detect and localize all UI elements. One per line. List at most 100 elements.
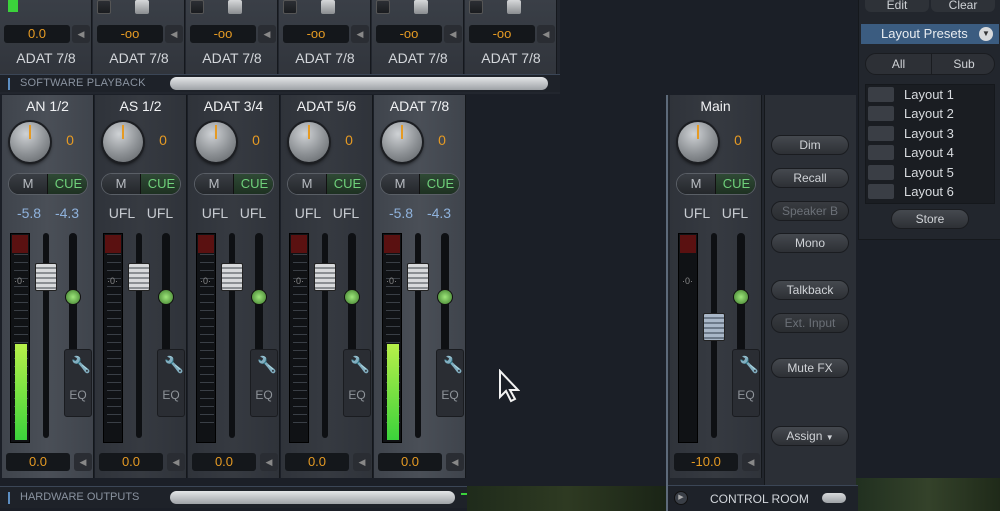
arrow-left-icon[interactable]: ◀ xyxy=(351,25,369,43)
mute-button[interactable]: M xyxy=(102,174,140,194)
arrow-left-icon[interactable]: ◀ xyxy=(258,25,276,43)
cue-button[interactable]: CUE xyxy=(233,174,273,194)
volume-fader[interactable] xyxy=(128,263,150,291)
playback-gain-value[interactable]: -oo xyxy=(97,25,163,43)
output-value[interactable]: 0.0 xyxy=(99,453,163,471)
ext-input-button[interactable]: Ext. Input xyxy=(771,313,849,333)
play-icon[interactable]: ▶ xyxy=(674,491,688,505)
tab-sub[interactable]: Sub xyxy=(931,54,994,74)
output-value[interactable]: 0.0 xyxy=(285,453,349,471)
arrow-left-icon[interactable]: ◀ xyxy=(167,453,185,471)
pan-slider[interactable] xyxy=(344,289,360,305)
mute-toggle[interactable] xyxy=(376,0,390,14)
cue-button[interactable]: CUE xyxy=(326,174,366,194)
output-value[interactable]: 0.0 xyxy=(6,453,70,471)
channel-settings[interactable]: 🔧 EQ xyxy=(732,349,760,417)
layout-item[interactable]: Layout 3 xyxy=(866,124,996,143)
cue-button[interactable]: CUE xyxy=(140,174,180,194)
channel-settings[interactable]: 🔧 EQ xyxy=(343,349,371,417)
talkback-button[interactable]: Talkback xyxy=(771,280,849,300)
control-room-scrollbar[interactable] xyxy=(822,493,846,503)
volume-fader[interactable] xyxy=(221,263,243,291)
layout-presets-header[interactable]: Layout Presets ▼ xyxy=(861,24,999,44)
gain-knob[interactable] xyxy=(678,122,718,162)
gain-knob[interactable] xyxy=(103,122,143,162)
channel-settings[interactable]: 🔧 EQ xyxy=(436,349,464,417)
pan-slider[interactable] xyxy=(65,289,81,305)
speaker-b-button[interactable]: Speaker B xyxy=(771,201,849,221)
arrow-left-icon[interactable]: ◀ xyxy=(444,25,462,43)
layout-select-box[interactable] xyxy=(868,106,894,121)
mute-button[interactable]: M xyxy=(677,174,715,194)
volume-fader[interactable] xyxy=(703,313,725,341)
playback-gain-value[interactable]: -oo xyxy=(376,25,442,43)
layout-select-box[interactable] xyxy=(868,184,894,199)
cue-button[interactable]: CUE xyxy=(419,174,459,194)
mute-toggle[interactable] xyxy=(97,0,111,14)
mute-toggle[interactable] xyxy=(469,0,483,14)
output-value[interactable]: 0.0 xyxy=(192,453,256,471)
arrow-left-icon[interactable]: ◀ xyxy=(74,453,92,471)
fader-cap[interactable] xyxy=(507,0,521,14)
dim-button[interactable]: Dim xyxy=(771,135,849,155)
playback-gain-value[interactable]: 0.0 xyxy=(4,25,70,43)
cue-button[interactable]: CUE xyxy=(47,174,87,194)
playback-gain-value[interactable]: -oo xyxy=(190,25,256,43)
layout-select-box[interactable] xyxy=(868,87,894,102)
gain-knob[interactable] xyxy=(196,122,236,162)
arrow-left-icon[interactable]: ◀ xyxy=(72,25,90,43)
store-button[interactable]: Store xyxy=(891,209,969,229)
arrow-left-icon[interactable]: ◀ xyxy=(742,453,760,471)
mute-toggle[interactable] xyxy=(190,0,204,14)
edit-button[interactable]: Edit xyxy=(865,0,929,12)
cue-button[interactable]: CUE xyxy=(715,174,755,194)
fader-cap[interactable] xyxy=(414,0,428,14)
mute-button[interactable]: M xyxy=(9,174,47,194)
playback-gain-value[interactable]: -oo xyxy=(469,25,535,43)
pan-slider[interactable] xyxy=(733,289,749,305)
fader-cap[interactable] xyxy=(321,0,335,14)
mono-button[interactable]: Mono xyxy=(771,233,849,253)
arrow-left-icon[interactable]: ◀ xyxy=(537,25,555,43)
mute-button[interactable]: M xyxy=(381,174,419,194)
layout-select-box[interactable] xyxy=(868,145,894,160)
layout-select-box[interactable] xyxy=(868,165,894,180)
fader-cap[interactable] xyxy=(135,0,149,14)
volume-fader[interactable] xyxy=(407,263,429,291)
mute-toggle[interactable] xyxy=(283,0,297,14)
recall-button[interactable]: Recall xyxy=(771,168,849,188)
pan-slider[interactable] xyxy=(437,289,453,305)
output-value[interactable]: -10.0 xyxy=(674,453,738,471)
clear-button[interactable]: Clear xyxy=(931,0,995,12)
gain-knob[interactable] xyxy=(10,122,50,162)
pan-slider[interactable] xyxy=(251,289,267,305)
mute-fx-button[interactable]: Mute FX xyxy=(771,358,849,378)
channel-settings[interactable]: 🔧 EQ xyxy=(64,349,92,417)
mute-button[interactable]: M xyxy=(288,174,326,194)
layout-item[interactable]: Layout 6 xyxy=(866,182,996,201)
output-value[interactable]: 0.0 xyxy=(378,453,442,471)
layout-item[interactable]: Layout 4 xyxy=(866,143,996,162)
arrow-left-icon[interactable]: ◀ xyxy=(353,453,371,471)
layout-item[interactable]: Layout 5 xyxy=(866,163,996,182)
dropdown-arrow-icon[interactable]: ▼ xyxy=(979,27,993,41)
hardware-outputs-scrollbar[interactable] xyxy=(170,491,455,504)
software-playback-scrollbar[interactable] xyxy=(170,77,548,90)
volume-fader[interactable] xyxy=(35,263,57,291)
tab-all[interactable]: All xyxy=(866,54,931,74)
layout-item[interactable]: Layout 1 xyxy=(866,85,996,104)
arrow-left-icon[interactable]: ◀ xyxy=(165,25,183,43)
fader-cap[interactable] xyxy=(228,0,242,14)
arrow-left-icon[interactable]: ◀ xyxy=(446,453,464,471)
gain-knob[interactable] xyxy=(382,122,422,162)
channel-settings[interactable]: 🔧 EQ xyxy=(157,349,185,417)
layout-item[interactable]: Layout 2 xyxy=(866,104,996,123)
arrow-left-icon[interactable]: ◀ xyxy=(260,453,278,471)
pan-slider[interactable] xyxy=(158,289,174,305)
volume-fader[interactable] xyxy=(314,263,336,291)
gain-knob[interactable] xyxy=(289,122,329,162)
channel-settings[interactable]: 🔧 EQ xyxy=(250,349,278,417)
assign-button[interactable]: Assign ▼ xyxy=(771,426,849,446)
playback-gain-value[interactable]: -oo xyxy=(283,25,349,43)
layout-select-box[interactable] xyxy=(868,126,894,141)
